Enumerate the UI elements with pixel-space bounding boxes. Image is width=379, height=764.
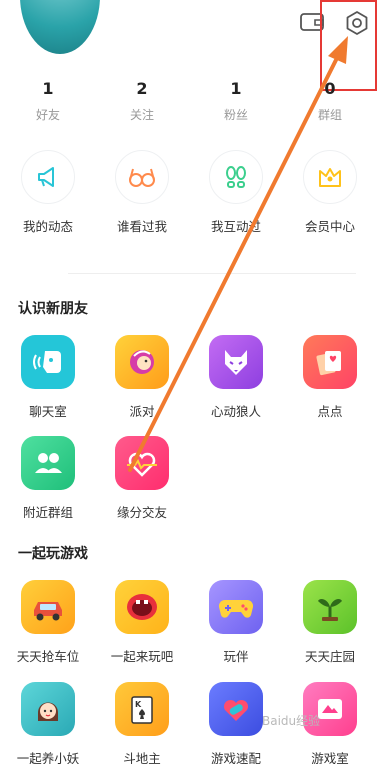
app-play-together[interactable]: 一起来玩吧 <box>102 580 182 665</box>
party-icon <box>130 350 154 374</box>
footprints-icon <box>226 166 246 188</box>
app-parking[interactable]: 天天抢车位 <box>8 580 88 665</box>
app-label: 一起来玩吧 <box>110 649 174 664</box>
car-icon <box>34 602 62 621</box>
app-playmate[interactable]: 玩伴 <box>196 580 276 665</box>
app-label: 派对 <box>129 404 155 419</box>
app-farm[interactable]: 天天庄园 <box>290 580 370 665</box>
stat-count: 0 <box>324 79 336 98</box>
stat-count: 1 <box>42 79 54 98</box>
heart-icon <box>127 452 157 477</box>
app-label: 心动狼人 <box>210 404 261 419</box>
section-title-games: 一起玩游戏 <box>18 546 88 562</box>
quick-who-viewed[interactable]: 谁看过我 <box>104 150 180 235</box>
app-label: 点点 <box>317 404 343 419</box>
sprout-icon <box>318 599 342 621</box>
stat-label: 群组 <box>317 108 342 122</box>
app-label: 附近群组 <box>22 505 73 520</box>
app-label: 缘分交友 <box>116 505 167 520</box>
stat-following[interactable]: 2 关注 <box>112 78 172 123</box>
stat-count: 1 <box>230 79 242 98</box>
crown-icon <box>319 168 341 187</box>
app-label: 天天抢车位 <box>16 649 80 664</box>
stat-label: 关注 <box>129 108 154 122</box>
app-label: 天天庄园 <box>304 649 355 664</box>
quick-actions: 我的动态 谁看过我 我互动过 会员中心 <box>0 150 379 250</box>
app-nearby-group[interactable]: 附近群组 <box>8 436 88 521</box>
stat-label: 好友 <box>35 108 60 122</box>
quick-label: 会员中心 <box>304 219 355 234</box>
watermark: Baidu经验 <box>262 714 321 728</box>
app-label: 聊天室 <box>29 404 67 419</box>
glasses-icon <box>129 168 155 187</box>
chat-room-icon <box>33 351 61 373</box>
poker-icon: K <box>131 696 153 724</box>
quick-interacted[interactable]: 我互动过 <box>198 150 274 235</box>
app-label: 游戏速配 <box>210 751 261 764</box>
svg-text:K: K <box>135 700 142 709</box>
girl-icon <box>38 702 58 721</box>
app-destiny-friends[interactable]: 缘分交友 <box>102 436 182 521</box>
quick-label: 谁看过我 <box>116 219 167 234</box>
stat-friends[interactable]: 1 好友 <box>18 78 78 123</box>
app-label: 斗地主 <box>123 751 161 764</box>
quick-my-posts[interactable]: 我的动态 <box>10 150 86 235</box>
stat-label: 粉丝 <box>223 108 248 122</box>
app-landlord[interactable]: K 斗地主 <box>102 682 182 764</box>
app-label: 游戏室 <box>311 751 349 764</box>
mouth-icon <box>127 594 157 620</box>
app-label: 玩伴 <box>223 649 249 664</box>
nearby-group-icon <box>35 453 62 473</box>
app-raise-monster[interactable]: 一起养小妖 <box>8 682 88 764</box>
gamepad-icon <box>218 599 254 618</box>
stat-count: 2 <box>136 79 148 98</box>
wolf-icon <box>225 350 247 375</box>
quick-label: 我的动态 <box>22 219 73 234</box>
app-dots[interactable]: 点点 <box>290 335 370 420</box>
app-chat-room[interactable]: 聊天室 <box>8 335 88 420</box>
section-title-new-friends: 认识新朋友 <box>18 301 88 317</box>
quick-label: 我互动过 <box>210 219 261 234</box>
cards-icon <box>316 351 341 376</box>
app-wolf[interactable]: 心动狼人 <box>196 335 276 420</box>
quick-vip-center[interactable]: 会员中心 <box>292 150 368 235</box>
heart-gamepad-icon <box>223 699 249 721</box>
megaphone-icon <box>38 167 54 187</box>
stats-row: 1 好友 2 关注 1 粉丝 0 群组 <box>0 78 379 128</box>
avatar[interactable] <box>20 0 100 54</box>
app-party[interactable]: 派对 <box>102 335 182 420</box>
stat-fans[interactable]: 1 粉丝 <box>206 78 266 123</box>
divider <box>68 273 356 274</box>
app-label: 一起养小妖 <box>16 751 80 764</box>
stat-groups[interactable]: 0 群组 <box>300 78 360 123</box>
